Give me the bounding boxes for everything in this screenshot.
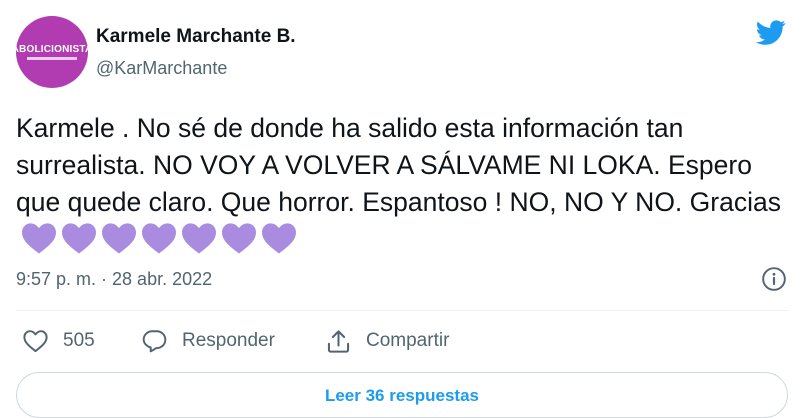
reply-icon bbox=[142, 330, 167, 353]
purple-hearts bbox=[20, 221, 300, 265]
like-count: 505 bbox=[63, 330, 95, 351]
share-label: Compartir bbox=[366, 330, 450, 351]
tweet-text-block: Karmele . No sé de donde ha salido esta … bbox=[16, 110, 786, 265]
avatar-logo-subline bbox=[27, 57, 77, 60]
tweet-card: ABOLICIONISTA Karmele Marchante B. @KarM… bbox=[0, 0, 805, 418]
author-display-name[interactable]: Karmele Marchante B. bbox=[96, 26, 296, 48]
avatar[interactable]: ABOLICIONISTA bbox=[16, 16, 88, 88]
read-replies-label: Leer 36 respuestas bbox=[324, 386, 480, 405]
avatar-logo-text: ABOLICIONISTA bbox=[16, 44, 88, 55]
tweet-text: Karmele . No sé de donde ha salido esta … bbox=[16, 113, 781, 217]
like-button[interactable]: 505 bbox=[22, 326, 95, 356]
purple-heart-icon bbox=[62, 223, 96, 254]
read-replies-button[interactable]: Leer 36 respuestas bbox=[16, 372, 788, 418]
divider bbox=[16, 310, 789, 311]
purple-heart-icon bbox=[22, 223, 56, 254]
heart-icon bbox=[23, 330, 48, 353]
tweet-timestamp[interactable]: 9:57 p. m. · 28 abr. 2022 bbox=[16, 268, 212, 290]
info-icon[interactable] bbox=[761, 266, 787, 292]
purple-heart-icon bbox=[102, 223, 136, 254]
share-button[interactable]: Compartir bbox=[325, 326, 449, 356]
reply-button[interactable]: Responder bbox=[141, 326, 275, 356]
reply-label: Responder bbox=[182, 330, 275, 351]
author-handle[interactable]: @KarMarchante bbox=[96, 57, 227, 79]
purple-heart-icon bbox=[222, 223, 256, 254]
share-icon bbox=[327, 329, 350, 353]
purple-heart-icon bbox=[182, 223, 216, 254]
purple-heart-icon bbox=[262, 223, 296, 254]
twitter-bird-icon[interactable] bbox=[753, 17, 789, 47]
purple-heart-icon bbox=[142, 223, 176, 254]
